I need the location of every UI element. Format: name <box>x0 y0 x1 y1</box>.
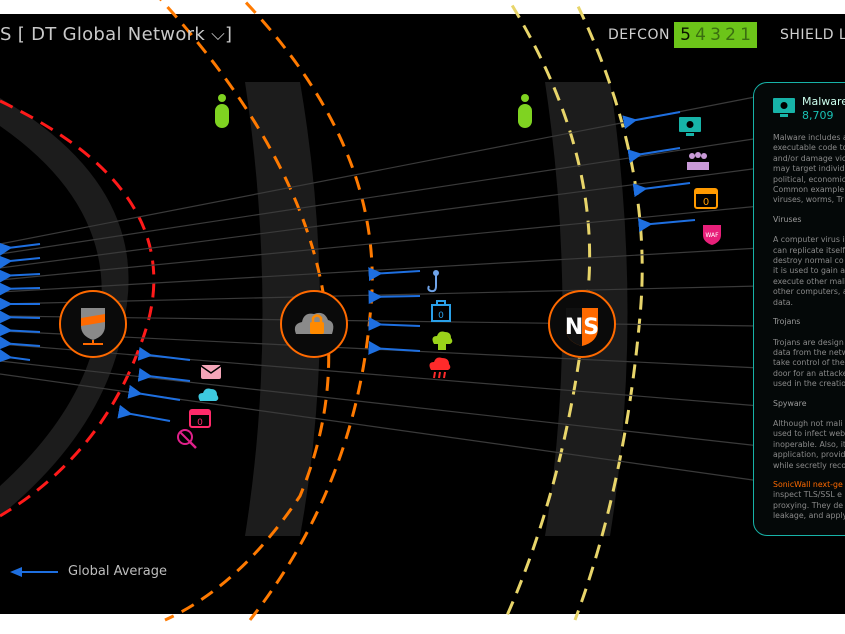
panel-count: 8,709 <box>802 109 834 122</box>
section-text-trojans: Trojans are design data from the netw ta… <box>773 337 845 389</box>
panel-intro: Malware includes a executable code to an… <box>773 133 845 205</box>
svg-text:0: 0 <box>197 418 203 428</box>
svg-text:0: 0 <box>438 311 444 321</box>
legend: Global Average <box>10 564 167 579</box>
svg-text:NS: NS <box>565 315 599 340</box>
network-selector[interactable]: S [ DT Global Network ⌵] <box>0 24 232 45</box>
cloud-bot-icon[interactable] <box>430 328 454 352</box>
global-average-arrow-icon <box>10 566 58 577</box>
threat-rings-layer <box>0 0 761 622</box>
section-heading-viruses: Viruses <box>773 214 802 224</box>
ns-shield-node[interactable]: NS <box>548 290 616 358</box>
firewall-shield-node-icon <box>81 308 105 345</box>
cloud-lock-node-icon <box>294 312 334 334</box>
defcon-level-3[interactable]: 3 <box>710 25 721 45</box>
section-heading-trojans: Trojans <box>773 317 801 327</box>
defcon-level-indicator[interactable]: 5 4 3 2 1 <box>674 22 757 48</box>
malware-monitor-icon[interactable] <box>678 116 702 138</box>
defcon-level-2[interactable]: 2 <box>725 25 736 45</box>
malware-monitor-icon <box>773 98 795 117</box>
legend-label: Global Average <box>68 564 167 579</box>
defcon-label: DEFCON <box>608 27 670 43</box>
firewall-node[interactable] <box>59 290 127 358</box>
waf-shield-icon[interactable]: WAF <box>700 222 724 246</box>
botnet-keyboard-icon[interactable] <box>686 150 710 172</box>
section-text-spyware: Although not mali used to infect web ino… <box>773 418 845 470</box>
panel-footer-text: inspect TLS/SSL e proxying. They de leak… <box>773 490 845 521</box>
ransomware-bag-icon[interactable]: 0 <box>430 298 452 322</box>
user-status-icon <box>518 94 532 128</box>
section-text-viruses: A computer virus i can replicate itself … <box>773 235 845 307</box>
cloud-malware-icon[interactable] <box>196 385 220 407</box>
section-heading-spyware: Spyware <box>773 398 807 408</box>
zero-day-calendar-icon[interactable]: 0 <box>694 185 718 209</box>
cloud-lock-node[interactable] <box>280 290 348 358</box>
cloud-ddos-icon[interactable] <box>427 354 453 380</box>
svg-text:0: 0 <box>703 197 709 208</box>
spam-email-icon[interactable] <box>200 363 222 381</box>
shield-level-label: SHIELD LE <box>780 27 845 43</box>
defcon-level-4[interactable]: 4 <box>695 25 706 45</box>
ns-shield-node-icon: NS <box>565 308 599 346</box>
phishing-hook-icon[interactable] <box>427 270 445 294</box>
calendar-zero-day-icon[interactable]: 0 <box>189 406 211 428</box>
threat-info-panel: Malware 8,709 Malware includes a executa… <box>753 82 845 536</box>
defcon-level-1[interactable]: 1 <box>740 25 751 45</box>
user-status-icon <box>215 94 229 128</box>
panel-highlight-link[interactable]: SonicWall next-ge <box>773 480 845 490</box>
svg-text:WAF: WAF <box>705 232 719 239</box>
panel-body: Malware includes a executable code to an… <box>773 133 845 531</box>
panel-title: Malware <box>802 95 845 108</box>
defcon-level-5[interactable]: 5 <box>680 25 691 45</box>
blocked-search-icon[interactable] <box>176 428 198 450</box>
